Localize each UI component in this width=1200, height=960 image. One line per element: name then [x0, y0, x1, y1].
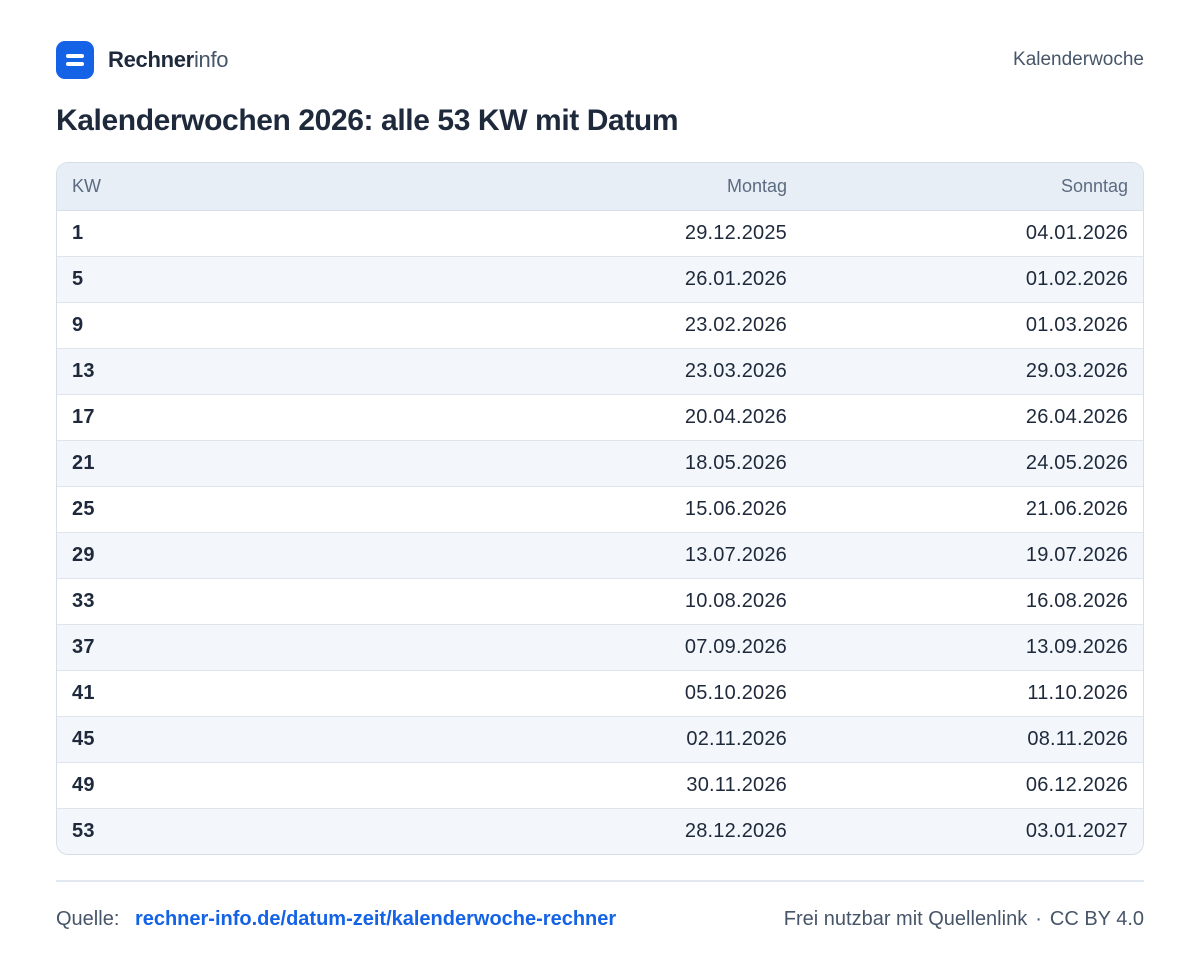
cell-montag: 23.02.2026	[227, 302, 802, 349]
footer-divider	[56, 880, 1144, 882]
footer: Quelle: rechner-info.de/datum-zeit/kalen…	[56, 904, 1144, 934]
cell-sonntag: 16.08.2026	[802, 578, 1143, 625]
table-row: 9 23.02.2026 01.03.2026	[57, 302, 1143, 349]
table-row: 5 26.01.2026 01.02.2026	[57, 256, 1143, 303]
cell-kw: 5	[57, 256, 227, 303]
license-note: Frei nutzbar mit Quellenlink	[783, 907, 1028, 930]
table-row: 45 02.11.2026 08.11.2026	[57, 716, 1143, 763]
cell-sonntag: 21.06.2026	[802, 486, 1143, 533]
cell-sonntag: 19.07.2026	[802, 532, 1143, 579]
column-header-sonntag: Sonntag	[802, 163, 1143, 211]
cell-sonntag: 29.03.2026	[802, 348, 1143, 395]
cell-sonntag: 13.09.2026	[802, 624, 1143, 671]
cell-sonntag: 26.04.2026	[802, 394, 1143, 441]
site-header: Rechnerinfo Kalenderwoche	[56, 40, 1144, 80]
cell-montag: 30.11.2026	[227, 762, 802, 809]
cell-sonntag: 11.10.2026	[802, 670, 1143, 717]
cell-montag: 07.09.2026	[227, 624, 802, 671]
table-row: 25 15.06.2026 21.06.2026	[57, 486, 1143, 533]
cell-montag: 23.03.2026	[227, 348, 802, 395]
table-row: 33 10.08.2026 16.08.2026	[57, 578, 1143, 625]
cell-sonntag: 03.01.2027	[802, 808, 1143, 854]
section-link-kalenderwoche[interactable]: Kalenderwoche	[1013, 49, 1144, 71]
license-info: Frei nutzbar mit Quellenlink · CC BY 4.0	[784, 908, 1144, 931]
cell-montag: 18.05.2026	[227, 440, 802, 487]
cell-kw: 41	[57, 670, 227, 717]
cell-kw: 53	[57, 808, 227, 854]
cell-sonntag: 04.01.2026	[802, 210, 1143, 257]
cell-sonntag: 24.05.2026	[802, 440, 1143, 487]
source-label: Quelle:	[56, 907, 120, 930]
cell-montag: 15.06.2026	[227, 486, 802, 533]
cell-kw: 37	[57, 624, 227, 671]
cell-montag: 10.08.2026	[227, 578, 802, 625]
column-header-montag: Montag	[227, 163, 802, 211]
cell-sonntag: 01.02.2026	[802, 256, 1143, 303]
source-link[interactable]: rechner-info.de/datum-zeit/kalenderwoche…	[135, 908, 616, 930]
cell-sonntag: 08.11.2026	[802, 716, 1143, 763]
cell-montag: 29.12.2025	[227, 210, 802, 257]
cell-kw: 13	[57, 348, 227, 395]
cell-montag: 28.12.2026	[227, 808, 802, 854]
table-row: 17 20.04.2026 26.04.2026	[57, 394, 1143, 441]
cell-montag: 05.10.2026	[227, 670, 802, 717]
column-header-kw: KW	[57, 163, 227, 211]
table-row: 41 05.10.2026 11.10.2026	[57, 670, 1143, 717]
cell-kw: 9	[57, 302, 227, 349]
cell-sonntag: 06.12.2026	[802, 762, 1143, 809]
cell-kw: 29	[57, 532, 227, 579]
rechner-logo-icon	[56, 41, 94, 79]
table-header-row: KW Montag Sonntag	[57, 163, 1143, 211]
cell-kw: 17	[57, 394, 227, 441]
brand[interactable]: Rechnerinfo	[56, 41, 229, 79]
cell-kw: 45	[57, 716, 227, 763]
cell-kw: 1	[57, 210, 227, 257]
cell-sonntag: 01.03.2026	[802, 302, 1143, 349]
brand-name-light: info	[193, 47, 229, 72]
license-name: CC BY 4.0	[1049, 907, 1144, 930]
table-row: 21 18.05.2026 24.05.2026	[57, 440, 1143, 487]
source-attribution: Quelle: rechner-info.de/datum-zeit/kalen…	[56, 908, 616, 931]
brand-name-bold: Rechner	[108, 47, 194, 72]
cell-montag: 02.11.2026	[227, 716, 802, 763]
page-title: Kalenderwochen 2026: alle 53 KW mit Datu…	[56, 104, 679, 137]
cell-montag: 13.07.2026	[227, 532, 802, 579]
brand-name: Rechnerinfo	[108, 47, 229, 73]
cell-kw: 33	[57, 578, 227, 625]
license-separator: ·	[1035, 907, 1042, 930]
table-row: 49 30.11.2026 06.12.2026	[57, 762, 1143, 809]
cell-kw: 25	[57, 486, 227, 533]
table-row: 29 13.07.2026 19.07.2026	[57, 532, 1143, 579]
table-row: 13 23.03.2026 29.03.2026	[57, 348, 1143, 395]
cell-montag: 26.01.2026	[227, 256, 802, 303]
cell-kw: 21	[57, 440, 227, 487]
calendar-week-table-card: KW Montag Sonntag 1 29.12.2025 04.01.202…	[56, 162, 1144, 855]
calendar-week-table: KW Montag Sonntag 1 29.12.2025 04.01.202…	[57, 163, 1143, 854]
table-row: 53 28.12.2026 03.01.2027	[57, 808, 1143, 854]
cell-kw: 49	[57, 762, 227, 809]
table-row: 37 07.09.2026 13.09.2026	[57, 624, 1143, 671]
cell-montag: 20.04.2026	[227, 394, 802, 441]
table-row: 1 29.12.2025 04.01.2026	[57, 210, 1143, 257]
